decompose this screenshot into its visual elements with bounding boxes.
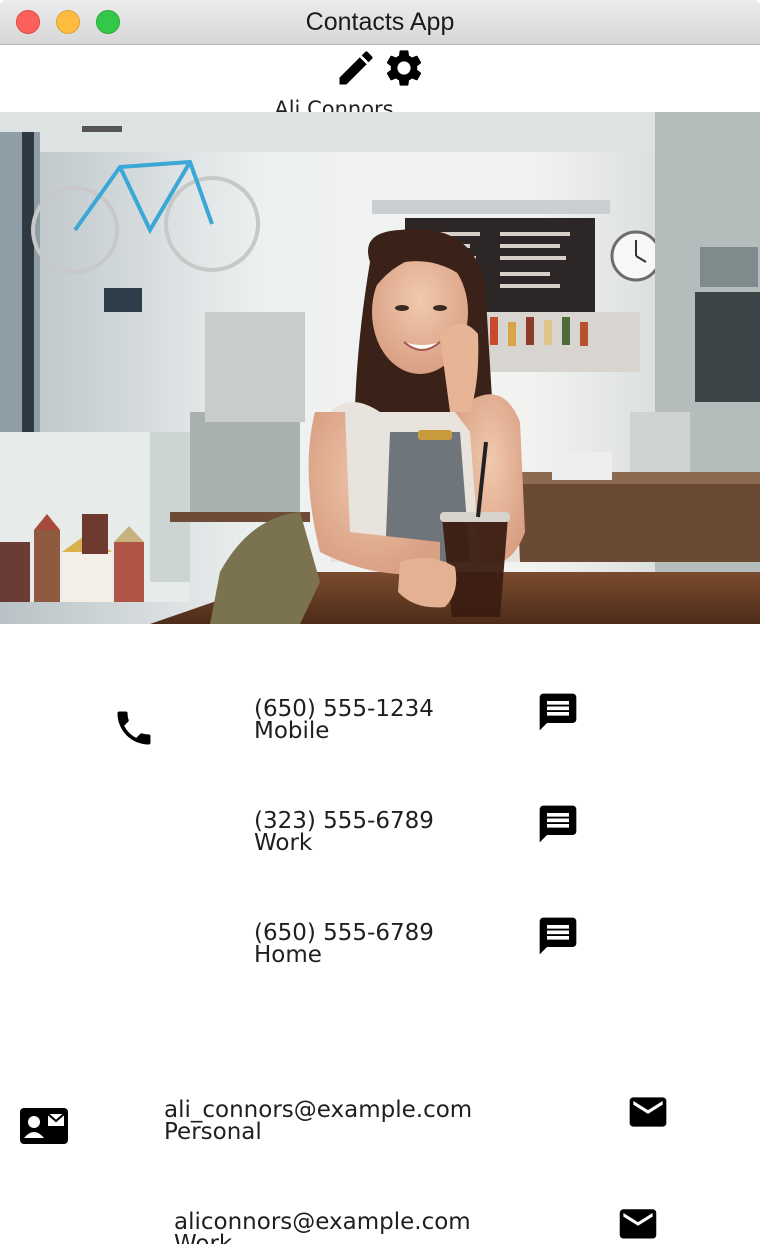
settings-button[interactable] — [382, 46, 426, 90]
edit-button[interactable] — [334, 46, 378, 90]
phone-icon — [117, 711, 151, 745]
email-row-work[interactable]: aliconnors@example.com Work — [174, 1211, 471, 1244]
phone-label: Work — [254, 830, 313, 856]
send-email-button-personal[interactable] — [626, 1090, 670, 1134]
message-button-mobile[interactable] — [536, 690, 580, 734]
contact-name: Ali Connors — [274, 97, 394, 112]
gear-icon — [386, 50, 422, 86]
email-section-icon — [18, 1104, 70, 1148]
window-title: Contacts App — [305, 8, 455, 36]
phone-label: Home — [254, 942, 322, 968]
email-label: Personal — [164, 1119, 262, 1145]
email-address: ali_connors@example.com — [164, 1097, 473, 1123]
phone-row-mobile[interactable]: (650) 555-1234 Mobile — [254, 696, 434, 744]
message-icon — [539, 917, 577, 955]
mail-icon — [619, 1209, 657, 1239]
message-icon — [539, 805, 577, 843]
title-bar: Contacts App — [0, 0, 760, 45]
email-row-personal[interactable]: ali_connors@example.com Personal — [164, 1097, 473, 1145]
phone-row-home[interactable]: (650) 555-6789 Home — [254, 920, 434, 968]
mail-icon — [629, 1097, 667, 1127]
pencil-icon — [339, 51, 373, 85]
message-icon — [539, 693, 577, 731]
phone-section-icon — [112, 706, 156, 750]
contact-photo — [0, 112, 760, 624]
email-address: aliconnors@example.com — [174, 1211, 471, 1235]
phone-number: (650) 555-6789 — [254, 920, 434, 946]
message-button-home[interactable] — [536, 914, 580, 958]
phone-number: (323) 555-6789 — [254, 808, 434, 834]
contact-mail-icon — [20, 1108, 68, 1144]
phone-label: Mobile — [254, 718, 330, 744]
message-button-work[interactable] — [536, 802, 580, 846]
phone-number: (650) 555-1234 — [254, 696, 434, 722]
send-email-button-work[interactable] — [616, 1202, 660, 1246]
phone-row-work[interactable]: (323) 555-6789 Work — [254, 808, 434, 856]
